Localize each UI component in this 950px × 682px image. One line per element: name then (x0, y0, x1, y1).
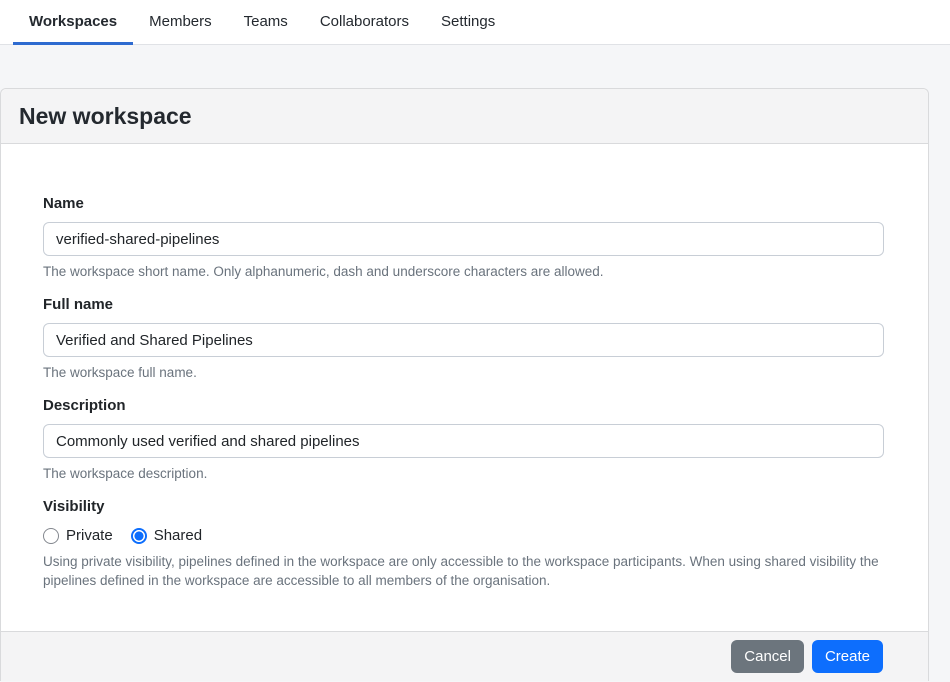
page-title: New workspace (19, 103, 192, 129)
description-help-text: The workspace description. (43, 466, 208, 481)
page-background-gap (0, 45, 950, 88)
description-input[interactable] (43, 424, 884, 458)
name-input[interactable] (43, 222, 884, 256)
visibility-options: Private Shared (43, 527, 884, 544)
tab-settings[interactable]: Settings (425, 0, 511, 45)
visibility-help-text: Using private visibility, pipelines defi… (43, 554, 879, 588)
full-name-label: Full name (43, 296, 114, 313)
radio-shared-icon[interactable] (130, 527, 147, 544)
name-field-group: Name The workspace short name. Only alph… (43, 196, 884, 281)
radio-shared-label: Shared (153, 527, 203, 544)
visibility-option-private[interactable]: Private (43, 527, 113, 544)
description-label: Description (43, 397, 126, 414)
description-field-group: Description The workspace description. (43, 398, 884, 483)
tab-members[interactable]: Members (133, 0, 228, 45)
full-name-help-text: The workspace full name. (43, 365, 197, 380)
visibility-field-group: Visibility Private Shared Using private … (43, 499, 884, 590)
new-workspace-card: New workspace Name The workspace short n… (0, 88, 929, 681)
radio-private-icon[interactable] (43, 527, 59, 544)
tab-collaborators[interactable]: Collaborators (304, 0, 425, 45)
full-name-field-group: Full name The workspace full name. (43, 297, 884, 382)
visibility-label: Visibility (43, 498, 105, 515)
full-name-input[interactable] (43, 323, 884, 357)
name-help-text: The workspace short name. Only alphanume… (43, 264, 604, 279)
tab-teams[interactable]: Teams (228, 0, 304, 45)
tab-workspaces[interactable]: Workspaces (13, 0, 134, 45)
create-button[interactable]: Create (811, 640, 883, 673)
cancel-button[interactable]: Cancel (731, 640, 804, 673)
card-footer: Cancel Create (1, 631, 928, 681)
name-label: Name (43, 195, 84, 212)
visibility-option-shared[interactable]: Shared (130, 527, 203, 544)
radio-private-label: Private (66, 527, 113, 544)
card-header: New workspace (1, 89, 928, 144)
new-workspace-form: Name The workspace short name. Only alph… (1, 144, 928, 631)
org-tab-bar: Workspaces Members Teams Collaborators S… (0, 0, 950, 45)
